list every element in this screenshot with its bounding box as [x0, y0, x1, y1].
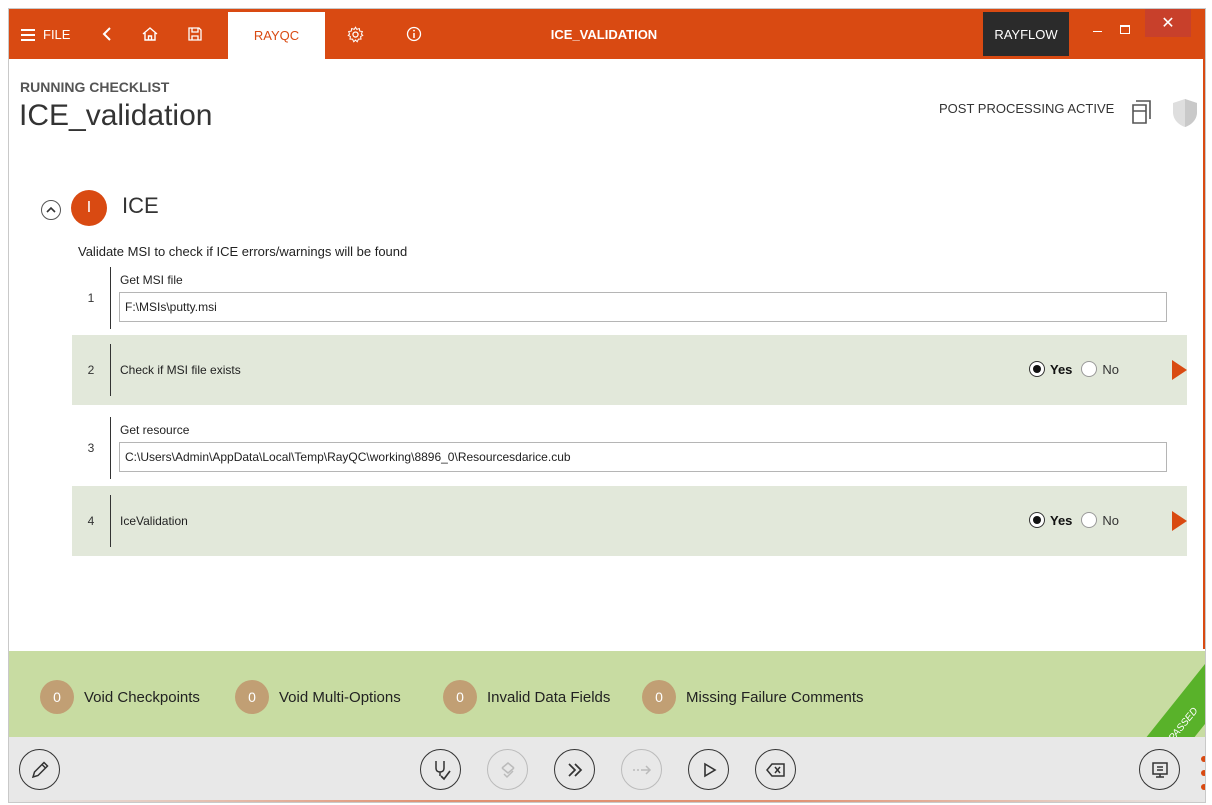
- home-icon: [142, 27, 158, 41]
- no-label: No: [1102, 361, 1120, 377]
- toolbar-glow: [9, 800, 1205, 802]
- bottom-toolbar: [9, 737, 1205, 802]
- shield-icon: [1173, 99, 1197, 127]
- maximize-icon: [1120, 24, 1130, 34]
- pass-step-button[interactable]: [420, 749, 461, 790]
- info-icon: [406, 26, 422, 42]
- yes-no-options: Yes No: [1029, 361, 1128, 377]
- fast-forward-icon: [567, 762, 582, 777]
- back-icon: [102, 27, 111, 41]
- page-title: ICE_validation: [19, 99, 213, 132]
- yes-no-options: Yes No: [1029, 512, 1128, 528]
- step-number: 2: [87, 363, 95, 377]
- checklist-step: 4 IceValidation Yes No: [72, 486, 1187, 556]
- step-label: Check if MSI file exists: [120, 363, 241, 377]
- page-subtitle: RUNNING CHECKLIST: [20, 79, 170, 95]
- no-radio[interactable]: [1081, 512, 1098, 528]
- rayflow-button[interactable]: RAYFLOW: [983, 12, 1069, 56]
- section-description: Validate MSI to check if ICE errors/warn…: [78, 244, 408, 259]
- play-button[interactable]: [688, 749, 729, 790]
- invalid-data-fields-count: 0: [443, 680, 477, 714]
- yes-radio[interactable]: [1029, 512, 1045, 528]
- void-checkpoints-label: Void Checkpoints: [84, 688, 200, 706]
- void-checkpoints-count: 0: [40, 680, 74, 714]
- minimize-button[interactable]: [1087, 9, 1107, 49]
- window-edge: [1203, 59, 1205, 649]
- checklist-step: 2 Check if MSI file exists Yes No: [72, 335, 1187, 405]
- clear-button[interactable]: [755, 749, 796, 790]
- file-label: FILE: [43, 26, 71, 42]
- section-title: ICE: [122, 193, 159, 218]
- skip-button[interactable]: [621, 749, 662, 790]
- run-step-button[interactable]: [1172, 360, 1187, 380]
- void-multi-options-count: 0: [235, 680, 269, 714]
- close-icon: ✕: [1161, 15, 1175, 32]
- post-processing-icon[interactable]: [1128, 97, 1154, 129]
- multi-option-button[interactable]: [487, 749, 528, 790]
- step-divider: [110, 495, 111, 547]
- save-button[interactable]: [187, 9, 203, 59]
- menu-icon: [21, 28, 35, 41]
- home-button[interactable]: [141, 9, 159, 59]
- step-label: IceValidation: [120, 514, 188, 528]
- step-number: 3: [87, 441, 95, 455]
- settings-button[interactable]: [347, 9, 364, 59]
- close-button[interactable]: ✕: [1145, 9, 1191, 37]
- yes-label: Yes: [1050, 512, 1073, 528]
- checklist-step: 1 Get MSI file: [72, 261, 1187, 331]
- run-step-button[interactable]: [1172, 511, 1187, 531]
- post-processing-status: POST PROCESSING ACTIVE: [939, 101, 1115, 116]
- no-label: No: [1102, 512, 1120, 528]
- chevron-up-icon: [46, 206, 56, 213]
- gear-icon: [347, 25, 364, 43]
- screen-button[interactable]: [1139, 749, 1180, 790]
- msi-file-field[interactable]: [119, 292, 1167, 322]
- maximize-button[interactable]: [1113, 9, 1137, 49]
- file-menu[interactable]: FILE: [21, 9, 70, 59]
- title-bar: FILE RAYQC ICE_VALIDATION RAYFLOW ✕: [9, 9, 1205, 59]
- step-label: Get resource: [120, 423, 190, 437]
- info-button[interactable]: [406, 9, 422, 59]
- minimize-icon: [1092, 30, 1102, 32]
- clear-icon: [765, 762, 785, 777]
- play-icon: [703, 762, 717, 777]
- passed-ribbon: PASSED: [1146, 664, 1205, 737]
- step-label: Get MSI file: [120, 273, 183, 287]
- status-bar: 0 Void Checkpoints 0 Void Multi-Options …: [9, 651, 1205, 737]
- missing-failure-comments-label: Missing Failure Comments: [686, 688, 864, 706]
- tab-rayqc[interactable]: RAYQC: [228, 12, 325, 59]
- check-multi-icon: [501, 761, 514, 778]
- checklist-step: 3 Get resource: [72, 411, 1187, 481]
- skip-icon: [632, 764, 651, 775]
- save-icon: [188, 27, 202, 41]
- edit-icon: [31, 760, 49, 778]
- invalid-data-fields-stat[interactable]: 0 Invalid Data Fields: [443, 680, 610, 714]
- app-window: FILE RAYQC ICE_VALIDATION RAYFLOW ✕ RUNN…: [8, 8, 1206, 803]
- void-multi-options-label: Void Multi-Options: [279, 688, 401, 706]
- void-checkpoints-stat[interactable]: 0 Void Checkpoints: [40, 680, 200, 714]
- no-radio[interactable]: [1081, 361, 1098, 377]
- invalid-data-fields-label: Invalid Data Fields: [487, 688, 611, 706]
- step-divider: [110, 267, 111, 329]
- edit-button[interactable]: [19, 749, 60, 790]
- resource-path-field[interactable]: [119, 442, 1167, 472]
- yes-label: Yes: [1050, 361, 1073, 377]
- step-divider: [110, 417, 111, 479]
- step-divider: [110, 344, 111, 396]
- back-button[interactable]: [101, 9, 113, 59]
- section-badge: I: [71, 190, 107, 226]
- window-title: ICE_VALIDATION: [550, 26, 658, 42]
- step-number: 4: [87, 514, 95, 528]
- more-options-icon[interactable]: [1201, 756, 1205, 790]
- fast-forward-button[interactable]: [554, 749, 595, 790]
- yes-radio[interactable]: [1029, 361, 1045, 377]
- void-multi-options-stat[interactable]: 0 Void Multi-Options: [235, 680, 401, 714]
- check-pass-icon: [434, 760, 451, 780]
- screen-icon: [1151, 761, 1168, 778]
- collapse-section-button[interactable]: [41, 200, 61, 220]
- missing-failure-comments-count: 0: [642, 680, 676, 714]
- step-number: 1: [87, 291, 95, 305]
- missing-failure-comments-stat[interactable]: 0 Missing Failure Comments: [642, 680, 864, 714]
